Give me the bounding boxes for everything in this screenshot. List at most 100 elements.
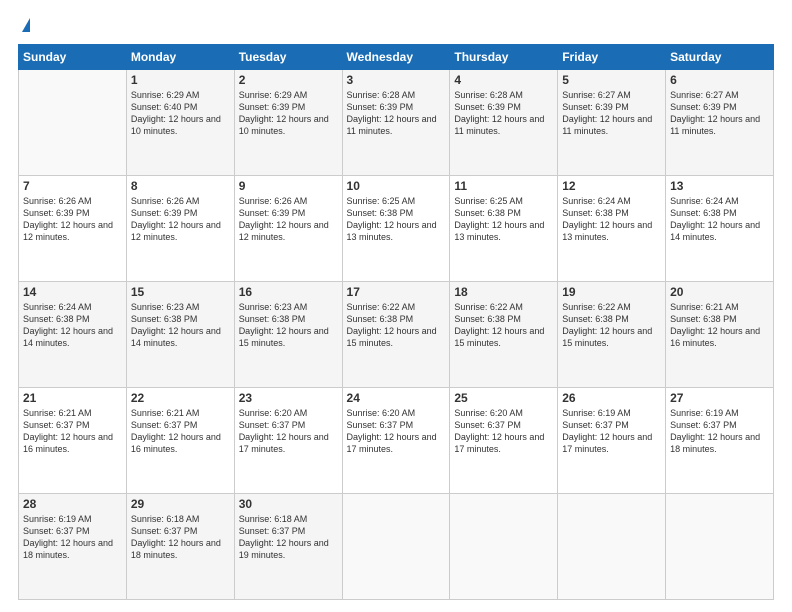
day-number: 23 <box>239 391 338 405</box>
header <box>18 18 774 34</box>
day-info: Sunrise: 6:21 AMSunset: 6:38 PMDaylight:… <box>670 301 769 350</box>
day-info: Sunrise: 6:19 AMSunset: 6:37 PMDaylight:… <box>670 407 769 456</box>
day-info: Sunrise: 6:23 AMSunset: 6:38 PMDaylight:… <box>131 301 230 350</box>
calendar-cell: 2 Sunrise: 6:29 AMSunset: 6:39 PMDaylight… <box>234 70 342 176</box>
calendar-header-row: SundayMondayTuesdayWednesdayThursdayFrid… <box>19 45 774 70</box>
day-info: Sunrise: 6:18 AMSunset: 6:37 PMDaylight:… <box>239 513 338 562</box>
calendar-week-3: 14 Sunrise: 6:24 AMSunset: 6:38 PMDayligh… <box>19 282 774 388</box>
calendar-page: SundayMondayTuesdayWednesdayThursdayFrid… <box>0 0 792 612</box>
day-info: Sunrise: 6:29 AMSunset: 6:39 PMDaylight:… <box>239 89 338 138</box>
calendar-cell <box>19 70 127 176</box>
calendar-cell: 20 Sunrise: 6:21 AMSunset: 6:38 PMDayligh… <box>666 282 774 388</box>
calendar-cell: 30 Sunrise: 6:18 AMSunset: 6:37 PMDayligh… <box>234 494 342 600</box>
day-number: 13 <box>670 179 769 193</box>
calendar-cell: 13 Sunrise: 6:24 AMSunset: 6:38 PMDayligh… <box>666 176 774 282</box>
day-info: Sunrise: 6:24 AMSunset: 6:38 PMDaylight:… <box>562 195 661 244</box>
calendar-cell: 22 Sunrise: 6:21 AMSunset: 6:37 PMDayligh… <box>126 388 234 494</box>
day-number: 22 <box>131 391 230 405</box>
calendar-cell: 29Sunrise: 6:18 AMSunset: 6:37 PMDayligh… <box>126 494 234 600</box>
calendar-header-thursday: Thursday <box>450 45 558 70</box>
day-number: 20 <box>670 285 769 299</box>
day-number: 2 <box>239 73 338 87</box>
day-info: Sunrise: 6:20 AMSunset: 6:37 PMDaylight:… <box>239 407 338 456</box>
calendar-header-saturday: Saturday <box>666 45 774 70</box>
day-number: 11 <box>454 179 553 193</box>
calendar-week-5: 28Sunrise: 6:19 AMSunset: 6:37 PMDayligh… <box>19 494 774 600</box>
logo-triangle-icon <box>22 18 30 32</box>
calendar-cell: 3 Sunrise: 6:28 AMSunset: 6:39 PMDaylight… <box>342 70 450 176</box>
calendar-week-1: 1 Sunrise: 6:29 AMSunset: 6:40 PMDaylight… <box>19 70 774 176</box>
day-number: 7 <box>23 179 122 193</box>
day-number: 4 <box>454 73 553 87</box>
calendar-cell <box>450 494 558 600</box>
calendar-header-tuesday: Tuesday <box>234 45 342 70</box>
day-number: 21 <box>23 391 122 405</box>
calendar-cell: 12 Sunrise: 6:24 AMSunset: 6:38 PMDayligh… <box>558 176 666 282</box>
logo <box>18 18 30 34</box>
calendar-cell: 5 Sunrise: 6:27 AMSunset: 6:39 PMDaylight… <box>558 70 666 176</box>
day-number: 1 <box>131 73 230 87</box>
calendar-table: SundayMondayTuesdayWednesdayThursdayFrid… <box>18 44 774 600</box>
day-number: 29 <box>131 497 230 511</box>
day-info: Sunrise: 6:20 AMSunset: 6:37 PMDaylight:… <box>454 407 553 456</box>
day-number: 19 <box>562 285 661 299</box>
day-info: Sunrise: 6:19 AMSunset: 6:37 PMDaylight:… <box>562 407 661 456</box>
day-number: 5 <box>562 73 661 87</box>
day-number: 14 <box>23 285 122 299</box>
day-number: 24 <box>347 391 446 405</box>
day-info: Sunrise: 6:19 AMSunset: 6:37 PMDaylight:… <box>23 513 122 562</box>
day-info: Sunrise: 6:21 AMSunset: 6:37 PMDaylight:… <box>23 407 122 456</box>
calendar-cell <box>342 494 450 600</box>
calendar-cell: 14 Sunrise: 6:24 AMSunset: 6:38 PMDayligh… <box>19 282 127 388</box>
calendar-cell: 15 Sunrise: 6:23 AMSunset: 6:38 PMDayligh… <box>126 282 234 388</box>
calendar-cell: 16Sunrise: 6:23 AMSunset: 6:38 PMDayligh… <box>234 282 342 388</box>
calendar-cell: 18 Sunrise: 6:22 AMSunset: 6:38 PMDayligh… <box>450 282 558 388</box>
calendar-week-2: 7 Sunrise: 6:26 AMSunset: 6:39 PMDaylight… <box>19 176 774 282</box>
calendar-header-sunday: Sunday <box>19 45 127 70</box>
calendar-cell: 21 Sunrise: 6:21 AMSunset: 6:37 PMDayligh… <box>19 388 127 494</box>
day-number: 25 <box>454 391 553 405</box>
calendar-cell: 6 Sunrise: 6:27 AMSunset: 6:39 PMDaylight… <box>666 70 774 176</box>
day-number: 17 <box>347 285 446 299</box>
day-info: Sunrise: 6:26 AMSunset: 6:39 PMDaylight:… <box>131 195 230 244</box>
day-info: Sunrise: 6:22 AMSunset: 6:38 PMDaylight:… <box>454 301 553 350</box>
calendar-cell: 23 Sunrise: 6:20 AMSunset: 6:37 PMDayligh… <box>234 388 342 494</box>
calendar-cell: 24Sunrise: 6:20 AMSunset: 6:37 PMDayligh… <box>342 388 450 494</box>
day-info: Sunrise: 6:21 AMSunset: 6:37 PMDaylight:… <box>131 407 230 456</box>
day-number: 3 <box>347 73 446 87</box>
day-number: 15 <box>131 285 230 299</box>
day-number: 12 <box>562 179 661 193</box>
day-info: Sunrise: 6:24 AMSunset: 6:38 PMDaylight:… <box>670 195 769 244</box>
day-info: Sunrise: 6:28 AMSunset: 6:39 PMDaylight:… <box>454 89 553 138</box>
calendar-header-wednesday: Wednesday <box>342 45 450 70</box>
calendar-cell: 27Sunrise: 6:19 AMSunset: 6:37 PMDayligh… <box>666 388 774 494</box>
calendar-header-monday: Monday <box>126 45 234 70</box>
calendar-cell <box>558 494 666 600</box>
day-info: Sunrise: 6:27 AMSunset: 6:39 PMDaylight:… <box>670 89 769 138</box>
day-info: Sunrise: 6:29 AMSunset: 6:40 PMDaylight:… <box>131 89 230 138</box>
calendar-cell: 26Sunrise: 6:19 AMSunset: 6:37 PMDayligh… <box>558 388 666 494</box>
calendar-cell: 11Sunrise: 6:25 AMSunset: 6:38 PMDayligh… <box>450 176 558 282</box>
calendar-cell: 28Sunrise: 6:19 AMSunset: 6:37 PMDayligh… <box>19 494 127 600</box>
calendar-cell: 8Sunrise: 6:26 AMSunset: 6:39 PMDaylight… <box>126 176 234 282</box>
day-info: Sunrise: 6:23 AMSunset: 6:38 PMDaylight:… <box>239 301 338 350</box>
day-number: 18 <box>454 285 553 299</box>
day-info: Sunrise: 6:26 AMSunset: 6:39 PMDaylight:… <box>239 195 338 244</box>
calendar-cell: 4 Sunrise: 6:28 AMSunset: 6:39 PMDaylight… <box>450 70 558 176</box>
day-number: 6 <box>670 73 769 87</box>
day-info: Sunrise: 6:27 AMSunset: 6:39 PMDaylight:… <box>562 89 661 138</box>
calendar-cell: 9 Sunrise: 6:26 AMSunset: 6:39 PMDaylight… <box>234 176 342 282</box>
calendar-header-friday: Friday <box>558 45 666 70</box>
day-info: Sunrise: 6:22 AMSunset: 6:38 PMDaylight:… <box>347 301 446 350</box>
calendar-cell: 10Sunrise: 6:25 AMSunset: 6:38 PMDayligh… <box>342 176 450 282</box>
day-number: 9 <box>239 179 338 193</box>
day-info: Sunrise: 6:22 AMSunset: 6:38 PMDaylight:… <box>562 301 661 350</box>
calendar-cell: 7 Sunrise: 6:26 AMSunset: 6:39 PMDaylight… <box>19 176 127 282</box>
day-number: 30 <box>239 497 338 511</box>
day-info: Sunrise: 6:26 AMSunset: 6:39 PMDaylight:… <box>23 195 122 244</box>
calendar-cell: 25 Sunrise: 6:20 AMSunset: 6:37 PMDayligh… <box>450 388 558 494</box>
calendar-cell: 1 Sunrise: 6:29 AMSunset: 6:40 PMDaylight… <box>126 70 234 176</box>
day-info: Sunrise: 6:24 AMSunset: 6:38 PMDaylight:… <box>23 301 122 350</box>
day-info: Sunrise: 6:25 AMSunset: 6:38 PMDaylight:… <box>347 195 446 244</box>
day-info: Sunrise: 6:28 AMSunset: 6:39 PMDaylight:… <box>347 89 446 138</box>
